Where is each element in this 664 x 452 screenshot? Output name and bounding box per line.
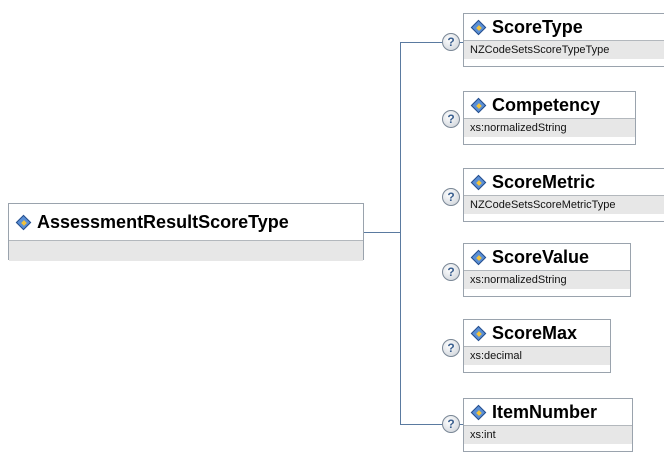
child-element-box[interactable]: ScoreType NZCodeSetsScoreTypeType <box>463 13 664 67</box>
element-name: ScoreMax <box>492 322 578 343</box>
element-type: NZCodeSetsScoreMetricType <box>464 195 664 214</box>
help-icon[interactable]: ? <box>442 263 460 281</box>
element-icon <box>472 406 484 418</box>
vertical-connector <box>400 42 401 424</box>
element-type: NZCodeSetsScoreTypeType <box>464 40 664 59</box>
child-element-box[interactable]: Competency xs:normalizedString <box>463 91 636 145</box>
help-icon[interactable]: ? <box>442 33 460 51</box>
element-type: xs:int <box>464 425 632 444</box>
element-name: ScoreType <box>492 16 583 37</box>
element-type-band <box>9 240 363 261</box>
element-icon <box>472 99 484 111</box>
element-name: ScoreMetric <box>492 171 596 192</box>
help-icon[interactable]: ? <box>442 415 460 433</box>
element-name: AssessmentResultScoreType <box>37 211 289 232</box>
child-element-box[interactable]: ScoreValue xs:normalizedString <box>463 243 631 297</box>
element-icon <box>472 21 484 33</box>
element-name: ScoreValue <box>492 246 590 267</box>
element-icon <box>472 251 484 263</box>
root-connector <box>363 232 400 233</box>
child-element-box[interactable]: ItemNumber xs:int <box>463 398 633 452</box>
element-icon <box>472 176 484 188</box>
element-type: xs:normalizedString <box>464 118 635 137</box>
element-name: Competency <box>492 94 601 115</box>
help-icon[interactable]: ? <box>442 188 460 206</box>
child-element-box[interactable]: ScoreMax xs:decimal <box>463 319 611 373</box>
root-element-box[interactable]: AssessmentResultScoreType <box>8 203 364 261</box>
help-icon[interactable]: ? <box>442 339 460 357</box>
help-icon[interactable]: ? <box>442 110 460 128</box>
child-element-box[interactable]: ScoreMetric NZCodeSetsScoreMetricType <box>463 168 664 222</box>
element-type: xs:normalizedString <box>464 270 630 289</box>
element-name: ItemNumber <box>492 401 598 422</box>
element-icon <box>472 327 484 339</box>
element-type: xs:decimal <box>464 346 610 365</box>
element-icon <box>17 216 29 228</box>
